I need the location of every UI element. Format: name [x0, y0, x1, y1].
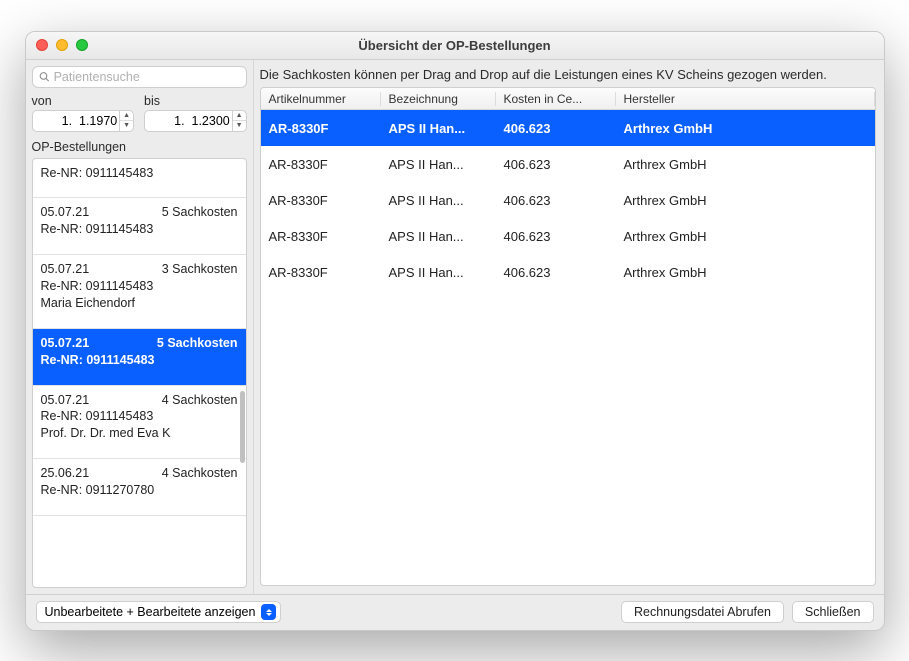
close-window-icon[interactable]	[36, 39, 48, 51]
cell-kosten: 406.623	[496, 121, 616, 136]
date-to-stepper-buttons[interactable]: ▲ ▼	[232, 111, 246, 131]
traffic-lights	[36, 39, 88, 51]
cell-kosten: 406.623	[496, 193, 616, 208]
select-arrows-icon	[261, 604, 276, 620]
footer: Unbearbeitete + Bearbeitete anzeigen Rec…	[26, 594, 884, 630]
table-body[interactable]: AR-8330FAPS II Han...406.623Arthrex GmbH…	[261, 110, 875, 584]
col-kosten[interactable]: Kosten in Ce...	[496, 92, 616, 106]
cell-hersteller: Arthrex GmbH	[616, 229, 875, 244]
cell-bezeichnung: APS II Han...	[381, 157, 496, 172]
chevron-up-icon[interactable]: ▲	[120, 111, 133, 122]
order-re-nr: Re-NR: 0911145483	[41, 165, 238, 182]
order-re-nr: Re-NR: 0911145483	[41, 352, 238, 369]
date-from-col: von ▲ ▼	[32, 94, 135, 132]
order-date: 05.07.21	[41, 335, 90, 352]
cell-kosten: 406.623	[496, 229, 616, 244]
titlebar: Übersicht der OP-Bestellungen	[26, 32, 884, 60]
chevron-up-icon[interactable]: ▲	[233, 111, 246, 122]
main-panel: Die Sachkosten können per Drag and Drop …	[254, 60, 884, 594]
date-range: von ▲ ▼ bis ▲ ▼	[32, 94, 247, 132]
cell-hersteller: Arthrex GmbH	[616, 157, 875, 172]
cell-hersteller: Arthrex GmbH	[616, 193, 875, 208]
scrollbar-thumb[interactable]	[240, 391, 245, 463]
cell-bezeichnung: APS II Han...	[381, 265, 496, 280]
order-date: 05.07.21	[41, 392, 90, 409]
orders-section-label: OP-Bestellungen	[32, 140, 247, 154]
app-window: Übersicht der OP-Bestellungen von ▲ ▼	[25, 31, 885, 631]
cell-kosten: 406.623	[496, 157, 616, 172]
order-re-nr: Re-NR: 0911145483	[41, 278, 238, 295]
cell-bezeichnung: APS II Han...	[381, 193, 496, 208]
search-field-wrap[interactable]	[32, 66, 247, 88]
window-title: Übersicht der OP-Bestellungen	[358, 38, 550, 53]
order-re-nr: Re-NR: 0911270780	[41, 482, 238, 499]
date-from-input[interactable]	[39, 114, 120, 128]
order-list-item[interactable]: 05.07.21 5 SachkostenRe-NR: 0911145483	[33, 329, 246, 386]
sidebar: von ▲ ▼ bis ▲ ▼	[26, 60, 254, 594]
cell-bezeichnung: APS II Han...	[381, 229, 496, 244]
order-cost-count: 4 Sachkosten	[162, 392, 238, 409]
date-to-col: bis ▲ ▼	[144, 94, 247, 132]
order-list-item[interactable]: 05.07.21 3 SachkostenRe-NR: 0911145483Mar…	[33, 255, 246, 329]
items-table: Artikelnummer Bezeichnung Kosten in Ce..…	[260, 87, 876, 585]
table-row[interactable]: AR-8330FAPS II Han...406.623Arthrex GmbH	[261, 146, 875, 182]
fetch-invoice-button[interactable]: Rechnungsdatei Abrufen	[621, 601, 784, 623]
order-cost-count: 4 Sachkosten	[162, 465, 238, 482]
cell-artikelnummer: AR-8330F	[261, 229, 381, 244]
date-from-stepper[interactable]: ▲ ▼	[32, 110, 135, 132]
table-row[interactable]: AR-8330FAPS II Han...406.623Arthrex GmbH	[261, 218, 875, 254]
chevron-down-icon[interactable]: ▼	[120, 121, 133, 131]
order-list-item[interactable]: 25.06.21 4 SachkostenRe-NR: 0911270780	[33, 459, 246, 516]
orders-list[interactable]: Re-NR: 091114548305.07.215 SachkostenRe-…	[32, 158, 247, 588]
search-icon	[39, 71, 50, 83]
order-date: 05.07.21	[41, 204, 90, 221]
order-patient: Prof. Dr. Dr. med Eva K	[41, 425, 238, 442]
date-to-input[interactable]	[151, 114, 232, 128]
table-header: Artikelnummer Bezeichnung Kosten in Ce..…	[261, 88, 875, 110]
cell-artikelnummer: AR-8330F	[261, 265, 381, 280]
order-date: 25.06.21	[41, 465, 90, 482]
order-cost-count: 3 Sachkosten	[162, 261, 238, 278]
col-hersteller[interactable]: Hersteller	[616, 92, 875, 106]
cell-bezeichnung: APS II Han...	[381, 121, 496, 136]
search-input[interactable]	[54, 70, 240, 84]
order-re-nr: Re-NR: 0911145483	[41, 221, 238, 238]
order-list-item[interactable]: 05.07.21 5 SachkostenRe-NR: 0911145483	[33, 198, 246, 255]
order-list-item[interactable]: Re-NR: 0911145483	[33, 159, 246, 199]
table-row[interactable]: AR-8330FAPS II Han...406.623Arthrex GmbH	[261, 254, 875, 290]
col-bezeichnung[interactable]: Bezeichnung	[381, 92, 496, 106]
chevron-down-icon[interactable]: ▼	[233, 121, 246, 131]
order-list-item[interactable]: 05.07.21 4 SachkostenRe-NR: 0911145483Pro…	[33, 386, 246, 460]
cell-kosten: 406.623	[496, 265, 616, 280]
order-re-nr: Re-NR: 0911145483	[41, 408, 238, 425]
date-to-label: bis	[144, 94, 247, 108]
cell-artikelnummer: AR-8330F	[261, 121, 381, 136]
table-row[interactable]: AR-8330FAPS II Han...406.623Arthrex GmbH	[261, 182, 875, 218]
cell-artikelnummer: AR-8330F	[261, 193, 381, 208]
date-to-stepper[interactable]: ▲ ▼	[144, 110, 247, 132]
date-from-stepper-buttons[interactable]: ▲ ▼	[119, 111, 133, 131]
table-row[interactable]: AR-8330FAPS II Han...406.623Arthrex GmbH	[261, 110, 875, 146]
close-button[interactable]: Schließen	[792, 601, 874, 623]
filter-select-label: Unbearbeitete + Bearbeitete anzeigen	[45, 605, 256, 619]
window-body: von ▲ ▼ bis ▲ ▼	[26, 60, 884, 594]
zoom-window-icon[interactable]	[76, 39, 88, 51]
order-patient: Maria Eichendorf	[41, 295, 238, 312]
col-artikelnummer[interactable]: Artikelnummer	[261, 92, 381, 106]
instructions-text: Die Sachkosten können per Drag and Drop …	[260, 66, 876, 84]
cell-hersteller: Arthrex GmbH	[616, 121, 875, 136]
minimize-window-icon[interactable]	[56, 39, 68, 51]
order-cost-count: 5 Sachkosten	[162, 204, 238, 221]
cell-hersteller: Arthrex GmbH	[616, 265, 875, 280]
order-cost-count: 5 Sachkosten	[157, 335, 238, 352]
filter-select[interactable]: Unbearbeitete + Bearbeitete anzeigen	[36, 601, 282, 623]
order-date: 05.07.21	[41, 261, 90, 278]
date-from-label: von	[32, 94, 135, 108]
cell-artikelnummer: AR-8330F	[261, 157, 381, 172]
